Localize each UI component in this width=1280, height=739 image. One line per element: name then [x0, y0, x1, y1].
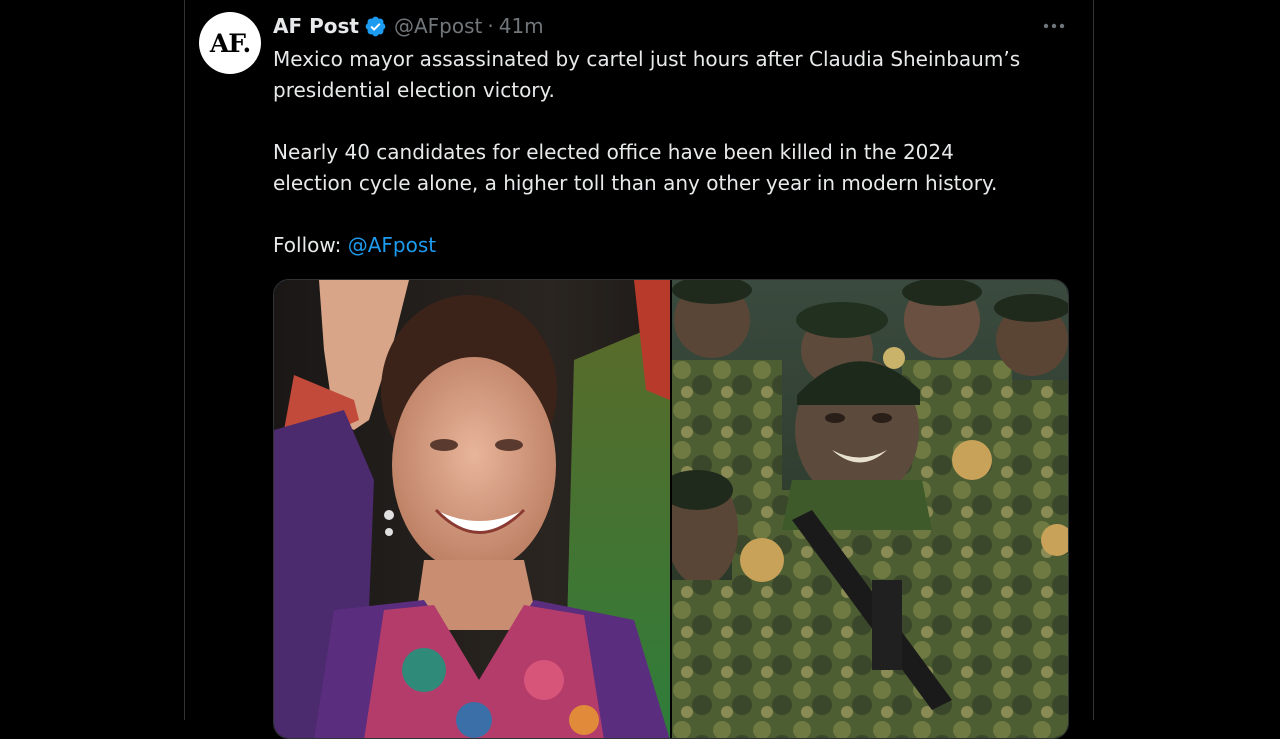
media-photo-right[interactable]	[672, 280, 1068, 738]
woman-waving-photo	[274, 280, 670, 738]
tweet-header: AF Post @AFpost · 41m	[273, 11, 544, 41]
tweet-text-line: Mexico mayor assassinated by cartel just…	[273, 47, 1021, 71]
author-avatar[interactable]: AF.	[199, 12, 261, 74]
tweet-text-line: Nearly 40 candidates for elected office …	[273, 140, 954, 164]
tweet-timestamp[interactable]: 41m	[499, 14, 544, 38]
avatar-logo-text: AF.	[209, 28, 251, 58]
tweet-text: Mexico mayor assassinated by cartel just…	[273, 44, 1073, 261]
follow-line: Follow: @AFpost	[273, 230, 1073, 261]
verified-badge-icon	[364, 15, 387, 38]
mention-link[interactable]: @AFpost	[348, 233, 436, 257]
author-handle[interactable]: @AFpost	[394, 14, 482, 38]
follow-label: Follow:	[273, 233, 342, 257]
author-display-name[interactable]: AF Post	[273, 14, 359, 38]
media-photo-left[interactable]	[274, 280, 670, 738]
tweet-text-line: presidential election victory.	[273, 78, 555, 102]
tweet-media-grid	[273, 279, 1069, 739]
more-horizontal-icon	[1043, 23, 1065, 29]
tweet-text-line: election cycle alone, a higher toll than…	[273, 171, 998, 195]
header-separator: ·	[487, 14, 494, 38]
soldiers-marching-photo	[672, 280, 1068, 738]
more-options-icon[interactable]	[1038, 14, 1070, 38]
